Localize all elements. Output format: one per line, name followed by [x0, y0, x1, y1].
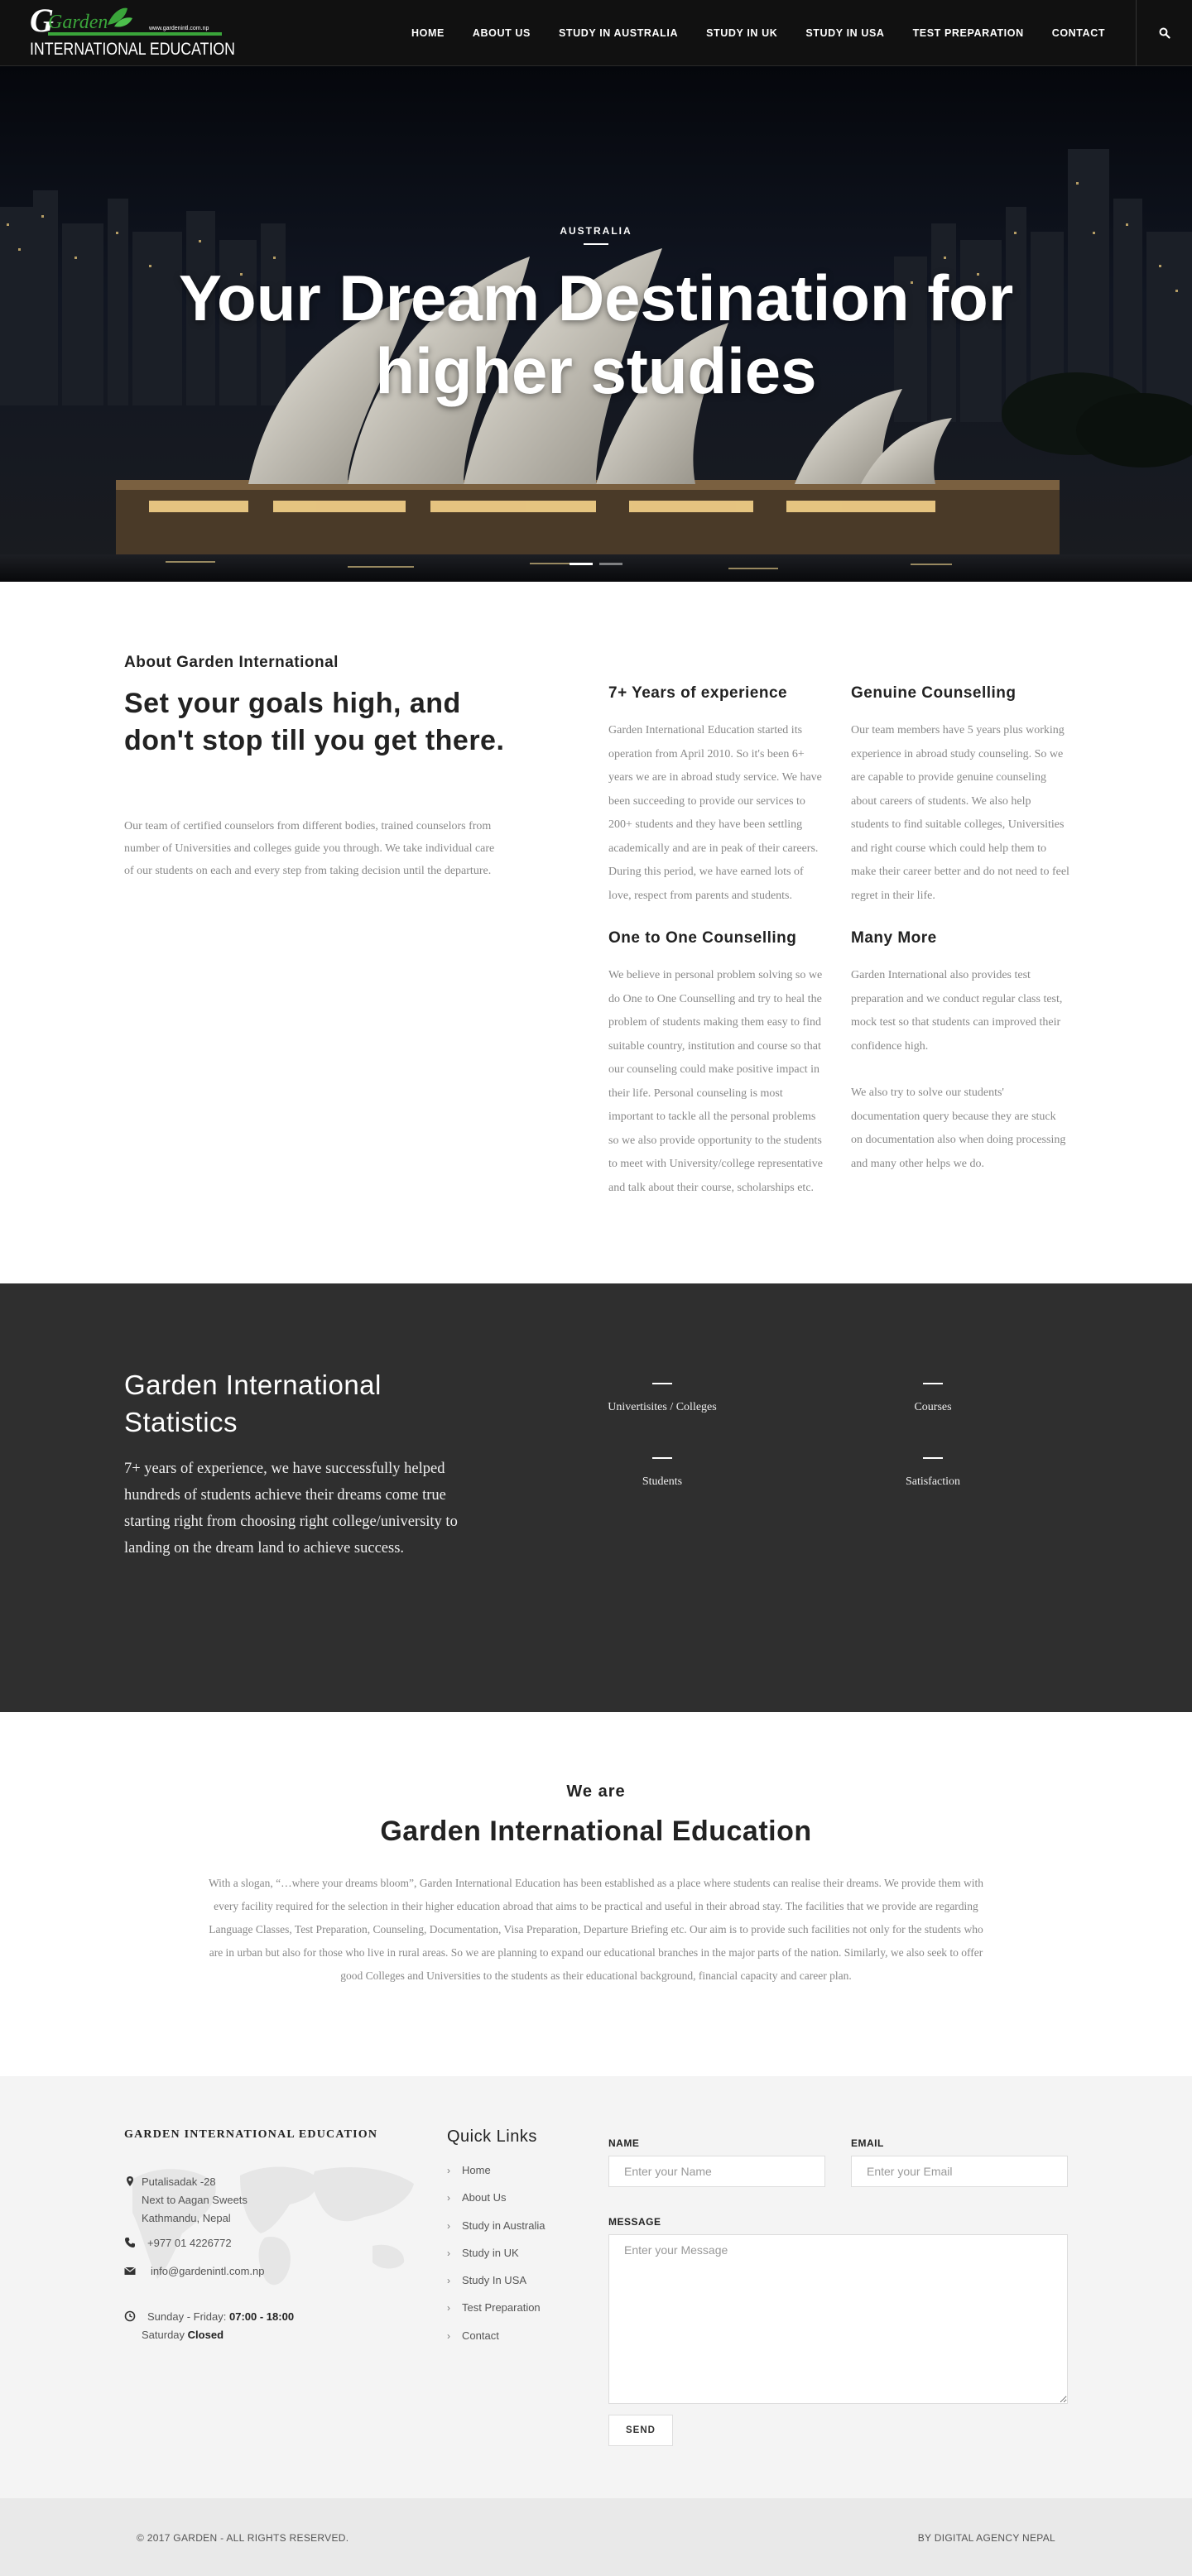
map-marker-icon: [127, 2176, 133, 2186]
stat-label: Univertisites / Colleges: [608, 1401, 717, 1413]
send-button[interactable]: SEND: [608, 2415, 673, 2446]
phone-number[interactable]: +977 01 4226772: [147, 2234, 232, 2252]
stat-students: Students: [579, 1457, 745, 1489]
footer-address: Putalisadak -28 Next to Aagan Sweets Kat…: [124, 2173, 248, 2228]
stats-text: 7+ years of experience, we have successf…: [124, 1461, 458, 1557]
stat-label: Satisfaction: [905, 1475, 961, 1488]
we-are-text: With a slogan, “…where your dreams bloom…: [208, 1877, 984, 1982]
nav-home[interactable]: HOME: [397, 0, 459, 66]
about-text: Our team of certified counselors from di…: [124, 820, 495, 877]
site-footer: GARDEN INTERNATIONAL EDUCATION Putalisad…: [0, 2076, 1192, 2498]
hero-title: Your Dream Destination for higher studie…: [178, 261, 1014, 407]
hero-subtitle: AUSTRALIA: [560, 225, 632, 237]
hours-weekday: Sunday - Friday: 07:00 - 18:00: [147, 2310, 295, 2323]
chevron-right-icon: ›: [447, 2165, 450, 2176]
email-address[interactable]: info@gardenintl.com.np: [151, 2262, 265, 2281]
clock-icon: [124, 2310, 136, 2322]
address-line-3: Kathmandu, Nepal: [142, 2212, 231, 2224]
chevron-right-icon: ›: [447, 2247, 450, 2259]
hero-subtitle-divider: [584, 243, 608, 245]
feature-many-more: Many More Garden International also prov…: [851, 929, 1070, 1176]
quick-link-study-in-usa[interactable]: › Study In USA: [447, 2272, 545, 2300]
message-textarea[interactable]: [608, 2234, 1068, 2404]
feature-text-2: We also try to solve our students' docum…: [851, 1087, 1066, 1170]
feature-title: One to One Counselling: [608, 929, 797, 947]
nav-contact[interactable]: CONTACT: [1038, 0, 1119, 66]
about-eyebrow: About Garden International: [124, 654, 339, 671]
site-logo[interactable]: G Garden www.gardenintl.com.np INTERNATI…: [25, 5, 240, 61]
we-are-section: We are Garden International Education Wi…: [0, 1712, 1192, 2076]
statistics-section: Garden International Statistics 7+ years…: [0, 1283, 1192, 1712]
footer-email: info@gardenintl.com.np: [124, 2262, 265, 2281]
stat-label: Students: [642, 1475, 683, 1488]
feature-text: Garden International Education started i…: [608, 724, 822, 902]
nav-study-in-uk[interactable]: STUDY IN UK: [692, 0, 791, 66]
nav-test-preparation[interactable]: TEST PREPARATION: [899, 0, 1038, 66]
quick-links-title: Quick Links: [447, 2127, 537, 2146]
email-label: EMAIL: [851, 2137, 884, 2149]
quick-link-about-us[interactable]: › About Us: [447, 2190, 545, 2217]
address-line-2: Next to Aagan Sweets: [142, 2194, 248, 2206]
hours-saturday: Saturday Closed: [142, 2329, 224, 2341]
agency-credit[interactable]: BY DIGITAL AGENCY NEPAL: [918, 2532, 1055, 2544]
logo-script: Garden: [48, 12, 108, 33]
footer-phone: +977 01 4226772: [124, 2234, 232, 2252]
nav-study-in-usa[interactable]: STUDY IN USA: [791, 0, 898, 66]
copyright-text: © 2017 GARDEN - ALL RIGHTS RESERVED.: [137, 2532, 349, 2544]
nav-about-us[interactable]: ABOUT US: [459, 0, 545, 66]
stat-label: Courses: [914, 1401, 952, 1413]
stat-universities: Univertisites / Colleges: [579, 1383, 745, 1414]
quick-link-study-in-australia[interactable]: › Study in Australia: [447, 2218, 545, 2245]
feature-text: Garden International also provides test …: [851, 969, 1063, 1053]
quick-link-study-in-uk[interactable]: › Study in UK: [447, 2245, 545, 2272]
slider-dot-2[interactable]: [599, 563, 622, 565]
phone-icon: [125, 2238, 135, 2247]
about-heading: Set your goals high, and don't stop till…: [124, 688, 505, 756]
about-section: About Garden International Set your goal…: [0, 582, 1192, 1283]
chevron-right-icon: ›: [447, 2219, 450, 2232]
feature-text: We believe in personal problem solving s…: [608, 969, 823, 1194]
chevron-right-icon: ›: [447, 2275, 450, 2287]
chevron-right-icon: ›: [447, 2192, 450, 2204]
email-input[interactable]: [851, 2156, 1068, 2187]
address-line-1: Putalisadak -28: [142, 2175, 216, 2188]
chevron-right-icon: ›: [447, 2329, 450, 2342]
chevron-right-icon: ›: [447, 2302, 450, 2315]
main-nav: HOME ABOUT US STUDY IN AUSTRALIA STUDY I…: [397, 0, 1119, 66]
message-label: MESSAGE: [608, 2216, 661, 2228]
copyright-bar: © 2017 GARDEN - ALL RIGHTS RESERVED. BY …: [0, 2498, 1192, 2576]
envelope-icon: [124, 2267, 136, 2275]
stats-heading: Garden International Statistics: [124, 1370, 382, 1437]
site-header: G Garden www.gardenintl.com.np INTERNATI…: [0, 0, 1192, 66]
name-input[interactable]: [608, 2156, 825, 2187]
quick-link-test-preparation[interactable]: › Test Preparation: [447, 2300, 545, 2327]
name-label: NAME: [608, 2137, 640, 2149]
nav-study-in-australia[interactable]: STUDY IN AUSTRALIA: [545, 0, 692, 66]
feature-title: Many More: [851, 929, 937, 947]
we-are-eyebrow: We are: [566, 1782, 626, 1801]
feature-title: 7+ Years of experience: [608, 684, 788, 702]
footer-hours: Sunday - Friday: 07:00 - 18:00 Saturday …: [124, 2308, 294, 2344]
we-are-title: Garden International Education: [380, 1816, 812, 1847]
feature-title: Genuine Counselling: [851, 684, 1017, 702]
feature-text: Our team members have 5 years plus worki…: [851, 724, 1069, 902]
search-icon: [1159, 27, 1170, 39]
quick-link-home[interactable]: › Home: [447, 2162, 545, 2190]
feature-one-to-one: One to One Counselling We believe in per…: [608, 929, 828, 1200]
footer-title: GARDEN INTERNATIONAL EDUCATION: [124, 2128, 378, 2141]
feature-genuine-counselling: Genuine Counselling Our team members hav…: [851, 684, 1070, 908]
slider-dots: [570, 563, 622, 565]
search-button[interactable]: [1136, 0, 1192, 66]
quick-link-contact[interactable]: › Contact: [447, 2328, 545, 2355]
logo-url: www.gardenintl.com.np: [148, 26, 209, 31]
feature-experience: 7+ Years of experience Garden Internatio…: [608, 684, 828, 908]
hero-slider: AUSTRALIA Your Dream Destination for hig…: [0, 66, 1192, 582]
quick-links-list: › Home › About Us › Study in Australia › Stu…: [447, 2162, 545, 2355]
stat-satisfaction: Satisfaction: [850, 1457, 1016, 1489]
slider-dot-1[interactable]: [570, 563, 593, 565]
logo-main: INTERNATIONAL EDUCATION: [30, 40, 235, 59]
stat-courses: Courses: [850, 1383, 1016, 1414]
